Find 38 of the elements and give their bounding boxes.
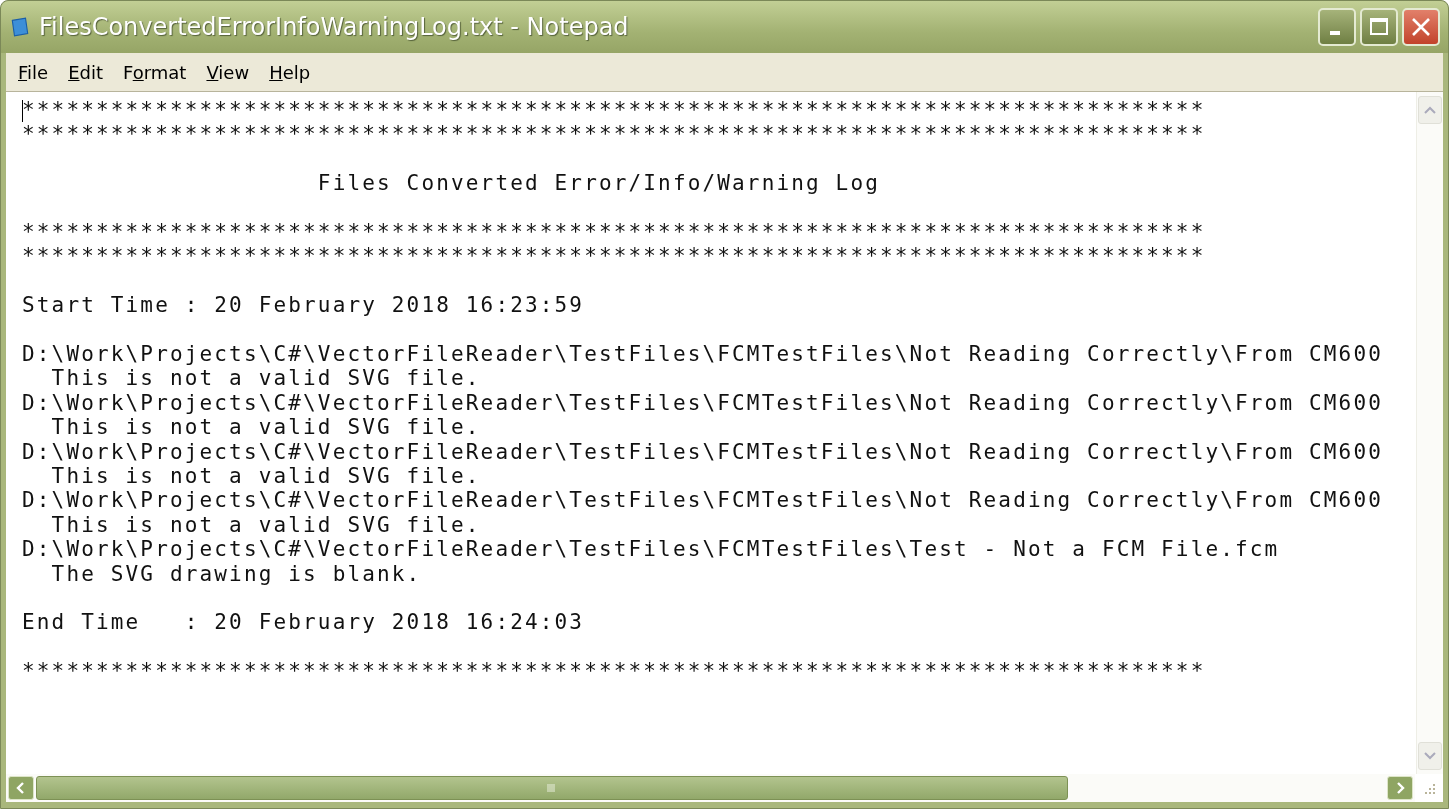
window-title: FilesConvertedErrorInfoWarningLog.txt - Notepad [39,13,630,41]
horizontal-scrollbar[interactable] [6,774,1415,802]
close-button[interactable] [1402,8,1440,46]
menu-item[interactable]: Format [115,59,195,85]
text-line: This is not a valid SVG file. [50,512,481,538]
chevron-up-icon [1423,105,1437,115]
minimize-button[interactable] [1318,8,1356,46]
text-line: The SVG drawing is blank. [50,561,422,587]
text-line: Files Converted Error/Info/Warning Log [316,171,880,196]
text-line: This is not a valid SVG file. [50,415,481,440]
menu-item[interactable]: File [10,59,57,85]
maximize-button[interactable] [1360,8,1398,46]
scroll-up-button[interactable] [1418,96,1442,124]
menu-item[interactable]: Edit [60,59,111,85]
minimize-icon [1330,31,1340,35]
text-line: D:\Work\Projects\C#\VectorFileReader\TestFiles\FCMTestFiles\Not Reading Correctly\From CM600 [22,488,1383,513]
text-line: ******************************************************************************** [22,122,1206,147]
text-line: End Time : 20 February 2018 16:24:03 [22,610,585,635]
notepad-icon [9,16,31,38]
vertical-scrollbar[interactable] [1416,92,1443,774]
text-line: D:\Work\Projects\C#\VectorFileReader\TestFiles\FCMTestFiles\Test - Not a FCM File.fcm [22,537,1280,562]
menu-item[interactable]: Help [261,59,319,85]
text-line: D:\Work\Projects\C#\VectorFileReader\TestFiles\FCMTestFiles\Not Reading Correctly\From CM600 [22,342,1383,367]
text-line: This is not a valid SVG file. [50,464,481,489]
menu-item[interactable]: View [198,59,258,85]
text-line: This is not a valid SVG file. [50,366,481,391]
scroll-left-button[interactable] [8,776,34,800]
text-line: ******************************************************************************** [22,659,1206,684]
scroll-down-button[interactable] [1418,742,1442,770]
text-line: ******************************************************************************** [22,220,1206,245]
scroll-right-button[interactable] [1387,776,1413,800]
chevron-down-icon [1423,751,1437,761]
text-line: D:\Work\Projects\C#\VectorFileReader\TestFiles\FCMTestFiles\Not Reading Correctly\From CM600 [22,390,1383,416]
text-line: ******************************************************************************** [22,98,1206,123]
text-line: Start Time : 20 February 2018 16:23:59 [22,293,585,318]
scroll-thumb[interactable] [36,776,1068,800]
text-line: D:\Work\Projects\C#\VectorFileReader\TestFiles\FCMTestFiles\Not Reading Correctly\From CM600 [22,439,1383,465]
text-line: ******************************************************************************** [22,244,1206,269]
